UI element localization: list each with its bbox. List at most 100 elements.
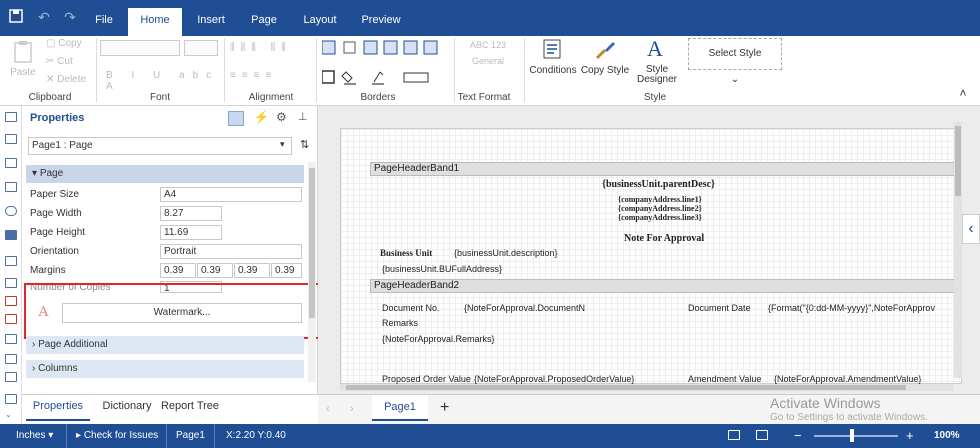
properties-scrollbar[interactable]	[308, 162, 316, 382]
address-line-1[interactable]: {companyAddress.line1}	[618, 195, 702, 204]
component-icon[interactable]	[5, 206, 17, 216]
zoom-in-icon[interactable]: +	[906, 428, 914, 443]
style-designer-button[interactable]: A Style Designer	[632, 36, 682, 85]
margin-right-input[interactable]: 0.39	[197, 263, 233, 278]
amendment-field[interactable]: {NoteForApproval.AmendmentValue}	[774, 374, 921, 384]
band-icon[interactable]	[5, 112, 17, 122]
redo-icon[interactable]: ↷	[62, 9, 78, 25]
conditions-button[interactable]: Conditions	[528, 38, 578, 76]
tab-home[interactable]: Home	[128, 8, 182, 36]
scrollbar-thumb[interactable]	[346, 385, 906, 390]
business-unit-label[interactable]: Business Unit	[380, 248, 432, 258]
band-icon[interactable]	[5, 134, 17, 144]
image-icon[interactable]	[5, 296, 17, 306]
tab-insert[interactable]: Insert	[190, 8, 232, 36]
text-icon[interactable]	[5, 256, 17, 266]
designer-vscroll[interactable]	[954, 122, 962, 378]
section-page[interactable]: ▾ Page	[26, 165, 304, 183]
zoom-slider-thumb[interactable]	[850, 429, 854, 442]
border-color-buttons[interactable]	[321, 68, 448, 86]
orientation-select[interactable]: Portrait	[160, 244, 302, 259]
parent-desc-field[interactable]: {businessUnit.parentDesc}	[602, 179, 715, 190]
paper-size-select[interactable]: A4	[160, 187, 302, 202]
border-style-buttons[interactable]	[321, 40, 448, 56]
font-name-select[interactable]	[100, 40, 180, 56]
panel-icon[interactable]	[5, 394, 17, 404]
tab-preview[interactable]: Preview	[354, 8, 408, 36]
text-icon[interactable]	[5, 278, 17, 288]
chevron-left-icon[interactable]: ‹	[962, 214, 980, 244]
section-columns[interactable]: › Columns	[26, 360, 304, 378]
copy-button[interactable]: ▢ Copy	[46, 38, 96, 49]
page-width-input[interactable]: 8.27	[160, 206, 222, 221]
bu-full-address-field[interactable]: {businessUnit.BUFullAddress}	[382, 264, 502, 274]
add-page-icon[interactable]: +	[440, 399, 449, 417]
events-icon[interactable]: ⚡	[254, 110, 269, 124]
amendment-label[interactable]: Amendment Value	[688, 374, 761, 384]
prev-page-icon[interactable]: ‹	[326, 403, 330, 415]
pin-icon[interactable]: ⊥	[298, 110, 308, 123]
scrollbar-thumb[interactable]	[955, 126, 961, 196]
doc-no-field[interactable]: {NoteForApproval.DocumentN	[464, 303, 585, 313]
copy-style-button[interactable]: Copy Style	[580, 38, 630, 76]
chevron-down-icon[interactable]: ⌄	[730, 74, 740, 85]
view-continuous-icon[interactable]	[756, 430, 768, 440]
horizontal-align-buttons[interactable]: ≡≡≡≡	[230, 70, 310, 81]
remarks-label[interactable]: Remarks	[382, 318, 418, 328]
check-issues-button[interactable]: ▸ Check for Issues	[76, 430, 158, 441]
tab-report-tree[interactable]: Report Tree	[160, 395, 220, 421]
doc-date-label[interactable]: Document Date	[688, 303, 751, 313]
margin-bottom-input[interactable]: 0.39	[271, 263, 302, 278]
band-icon[interactable]	[5, 158, 17, 168]
select-style-box[interactable]: Select Style	[688, 38, 782, 70]
paste-button[interactable]: Paste	[10, 40, 36, 78]
panel-icon[interactable]	[5, 354, 17, 364]
panel-icon[interactable]	[5, 372, 17, 382]
tab-page[interactable]: Page	[242, 8, 286, 36]
units-dropdown[interactable]: Inches ▾	[16, 430, 53, 441]
tab-properties[interactable]: Properties	[26, 395, 90, 421]
properties-view-icon[interactable]	[228, 111, 244, 126]
remarks-field[interactable]: {NoteForApproval.Remarks}	[382, 334, 495, 344]
proposed-order-field[interactable]: {NoteForApproval.ProposedOrderValue}	[474, 374, 634, 384]
business-unit-field[interactable]: {businessUnit.description}	[454, 248, 558, 258]
note-title[interactable]: Note For Approval	[624, 233, 704, 244]
collapse-ribbon-icon[interactable]: ˄	[956, 86, 970, 100]
section-page-additional[interactable]: › Page Additional	[26, 336, 304, 354]
doc-date-field[interactable]: {Format("{0:dd-MM-yyyy}",NoteForApprov	[768, 303, 935, 313]
watermark-button[interactable]: Watermark...	[62, 303, 302, 323]
save-icon[interactable]	[8, 9, 24, 25]
text-format-button[interactable]: ABC 123 General	[466, 40, 510, 66]
zoom-slider[interactable]	[814, 435, 898, 437]
delete-button[interactable]: ✕ Delete	[46, 74, 96, 85]
margin-left-input[interactable]: 0.39	[160, 263, 196, 278]
band-header-2[interactable]: PageHeaderBand2	[370, 279, 956, 293]
font-style-buttons[interactable]: B I U abc A	[106, 70, 226, 92]
undo-icon[interactable]: ↶	[36, 9, 52, 25]
vertical-align-buttons[interactable]: ⫼⫼⫼ ⫼⫼	[230, 42, 310, 53]
zoom-out-icon[interactable]: −	[794, 428, 802, 443]
margin-top-input[interactable]: 0.39	[234, 263, 270, 278]
more-icon[interactable]: ⌄	[5, 410, 17, 420]
cut-button[interactable]: ✂ Cut	[46, 56, 96, 67]
tab-dictionary[interactable]: Dictionary	[96, 395, 158, 421]
doc-no-label[interactable]: Document No.	[382, 303, 440, 313]
scrollbar-thumb[interactable]	[309, 168, 315, 318]
component-selector[interactable]: Page1 : Page	[28, 137, 292, 155]
view-page-icon[interactable]	[728, 430, 740, 440]
gear-icon[interactable]: ⚙	[276, 110, 287, 124]
address-line-3[interactable]: {companyAddress.line3}	[618, 213, 702, 222]
sort-icon[interactable]: ⇅	[300, 138, 309, 151]
tab-file[interactable]: File	[86, 8, 122, 36]
proposed-order-label[interactable]: Proposed Order Value	[382, 374, 471, 384]
band-icon[interactable]	[5, 182, 17, 192]
address-line-2[interactable]: {companyAddress.line2}	[618, 204, 702, 213]
font-size-select[interactable]	[184, 40, 218, 56]
page-height-input[interactable]: 11.69	[160, 225, 222, 240]
next-page-icon[interactable]: ›	[350, 403, 354, 415]
band-header-1[interactable]: PageHeaderBand1	[370, 162, 956, 176]
designer-hscroll[interactable]	[340, 384, 954, 391]
panel-icon[interactable]	[5, 334, 17, 344]
tab-layout[interactable]: Layout	[296, 8, 344, 36]
puzzle-icon[interactable]	[5, 230, 17, 240]
